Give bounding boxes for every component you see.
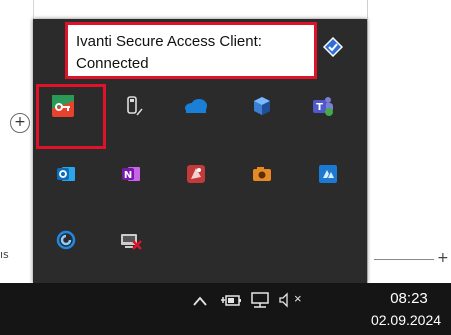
show-hidden-icons-chevron[interactable] xyxy=(192,294,208,312)
chevron-up-icon xyxy=(193,296,207,306)
tooltip-line-1: Ivanti Secure Access Client: xyxy=(76,33,262,50)
outlook-glyph xyxy=(57,167,75,181)
onenote-icon[interactable]: N xyxy=(111,156,151,192)
swirl-app-icon[interactable] xyxy=(46,222,86,258)
camera-glyph xyxy=(253,167,271,181)
battery-glyph xyxy=(221,295,241,306)
graphics-app-icon[interactable] xyxy=(176,156,216,192)
clock-date[interactable]: 02.09.2024 xyxy=(361,312,451,328)
speaker-glyph xyxy=(279,292,288,308)
volume-muted-icon[interactable]: × xyxy=(278,291,302,313)
background-divider xyxy=(367,0,368,283)
clock-time[interactable]: 08:23 xyxy=(374,290,444,307)
network-glyph xyxy=(251,292,269,308)
background-left-panel xyxy=(0,0,34,283)
azure-glyph xyxy=(319,165,337,183)
swirl-glyph xyxy=(56,230,76,250)
onenote-glyph: N xyxy=(122,167,140,181)
ivanti-icon-highlight xyxy=(36,84,106,149)
cloud-glyph xyxy=(185,99,207,113)
zoom-in-button[interactable]: + xyxy=(10,113,30,133)
tooltip-line-2: Connected xyxy=(76,55,149,72)
camera-app-icon[interactable] xyxy=(242,156,282,192)
network-error-icon[interactable] xyxy=(111,222,151,258)
azure-app-icon[interactable] xyxy=(308,156,348,192)
battery-plug-icon[interactable] xyxy=(220,292,242,313)
usb-drive-glyph xyxy=(127,96,143,116)
shield-check-glyph xyxy=(323,37,343,57)
teams-glyph: T xyxy=(313,97,333,116)
cube-3d-icon[interactable] xyxy=(242,88,282,124)
outlook-icon[interactable] xyxy=(46,156,86,192)
network-wired-icon[interactable] xyxy=(249,291,271,314)
background-slider-line xyxy=(374,259,434,260)
onedrive-cloud-icon[interactable] xyxy=(176,88,216,124)
svg-text:N: N xyxy=(124,170,132,181)
background-plus-icon[interactable]: + xyxy=(437,250,449,266)
graphics-glyph xyxy=(187,165,205,183)
network-error-glyph xyxy=(121,234,142,250)
mute-mark: × xyxy=(294,291,302,306)
svg-text:T: T xyxy=(316,102,323,113)
background-left-label: ıs xyxy=(0,248,9,261)
cube-glyph xyxy=(254,97,270,115)
ivanti-tooltip: Ivanti Secure Access Client: Connected xyxy=(65,22,317,79)
teams-icon[interactable]: T xyxy=(303,88,343,124)
shield-check-icon[interactable] xyxy=(313,29,353,65)
usb-drive-icon[interactable] xyxy=(114,88,154,124)
